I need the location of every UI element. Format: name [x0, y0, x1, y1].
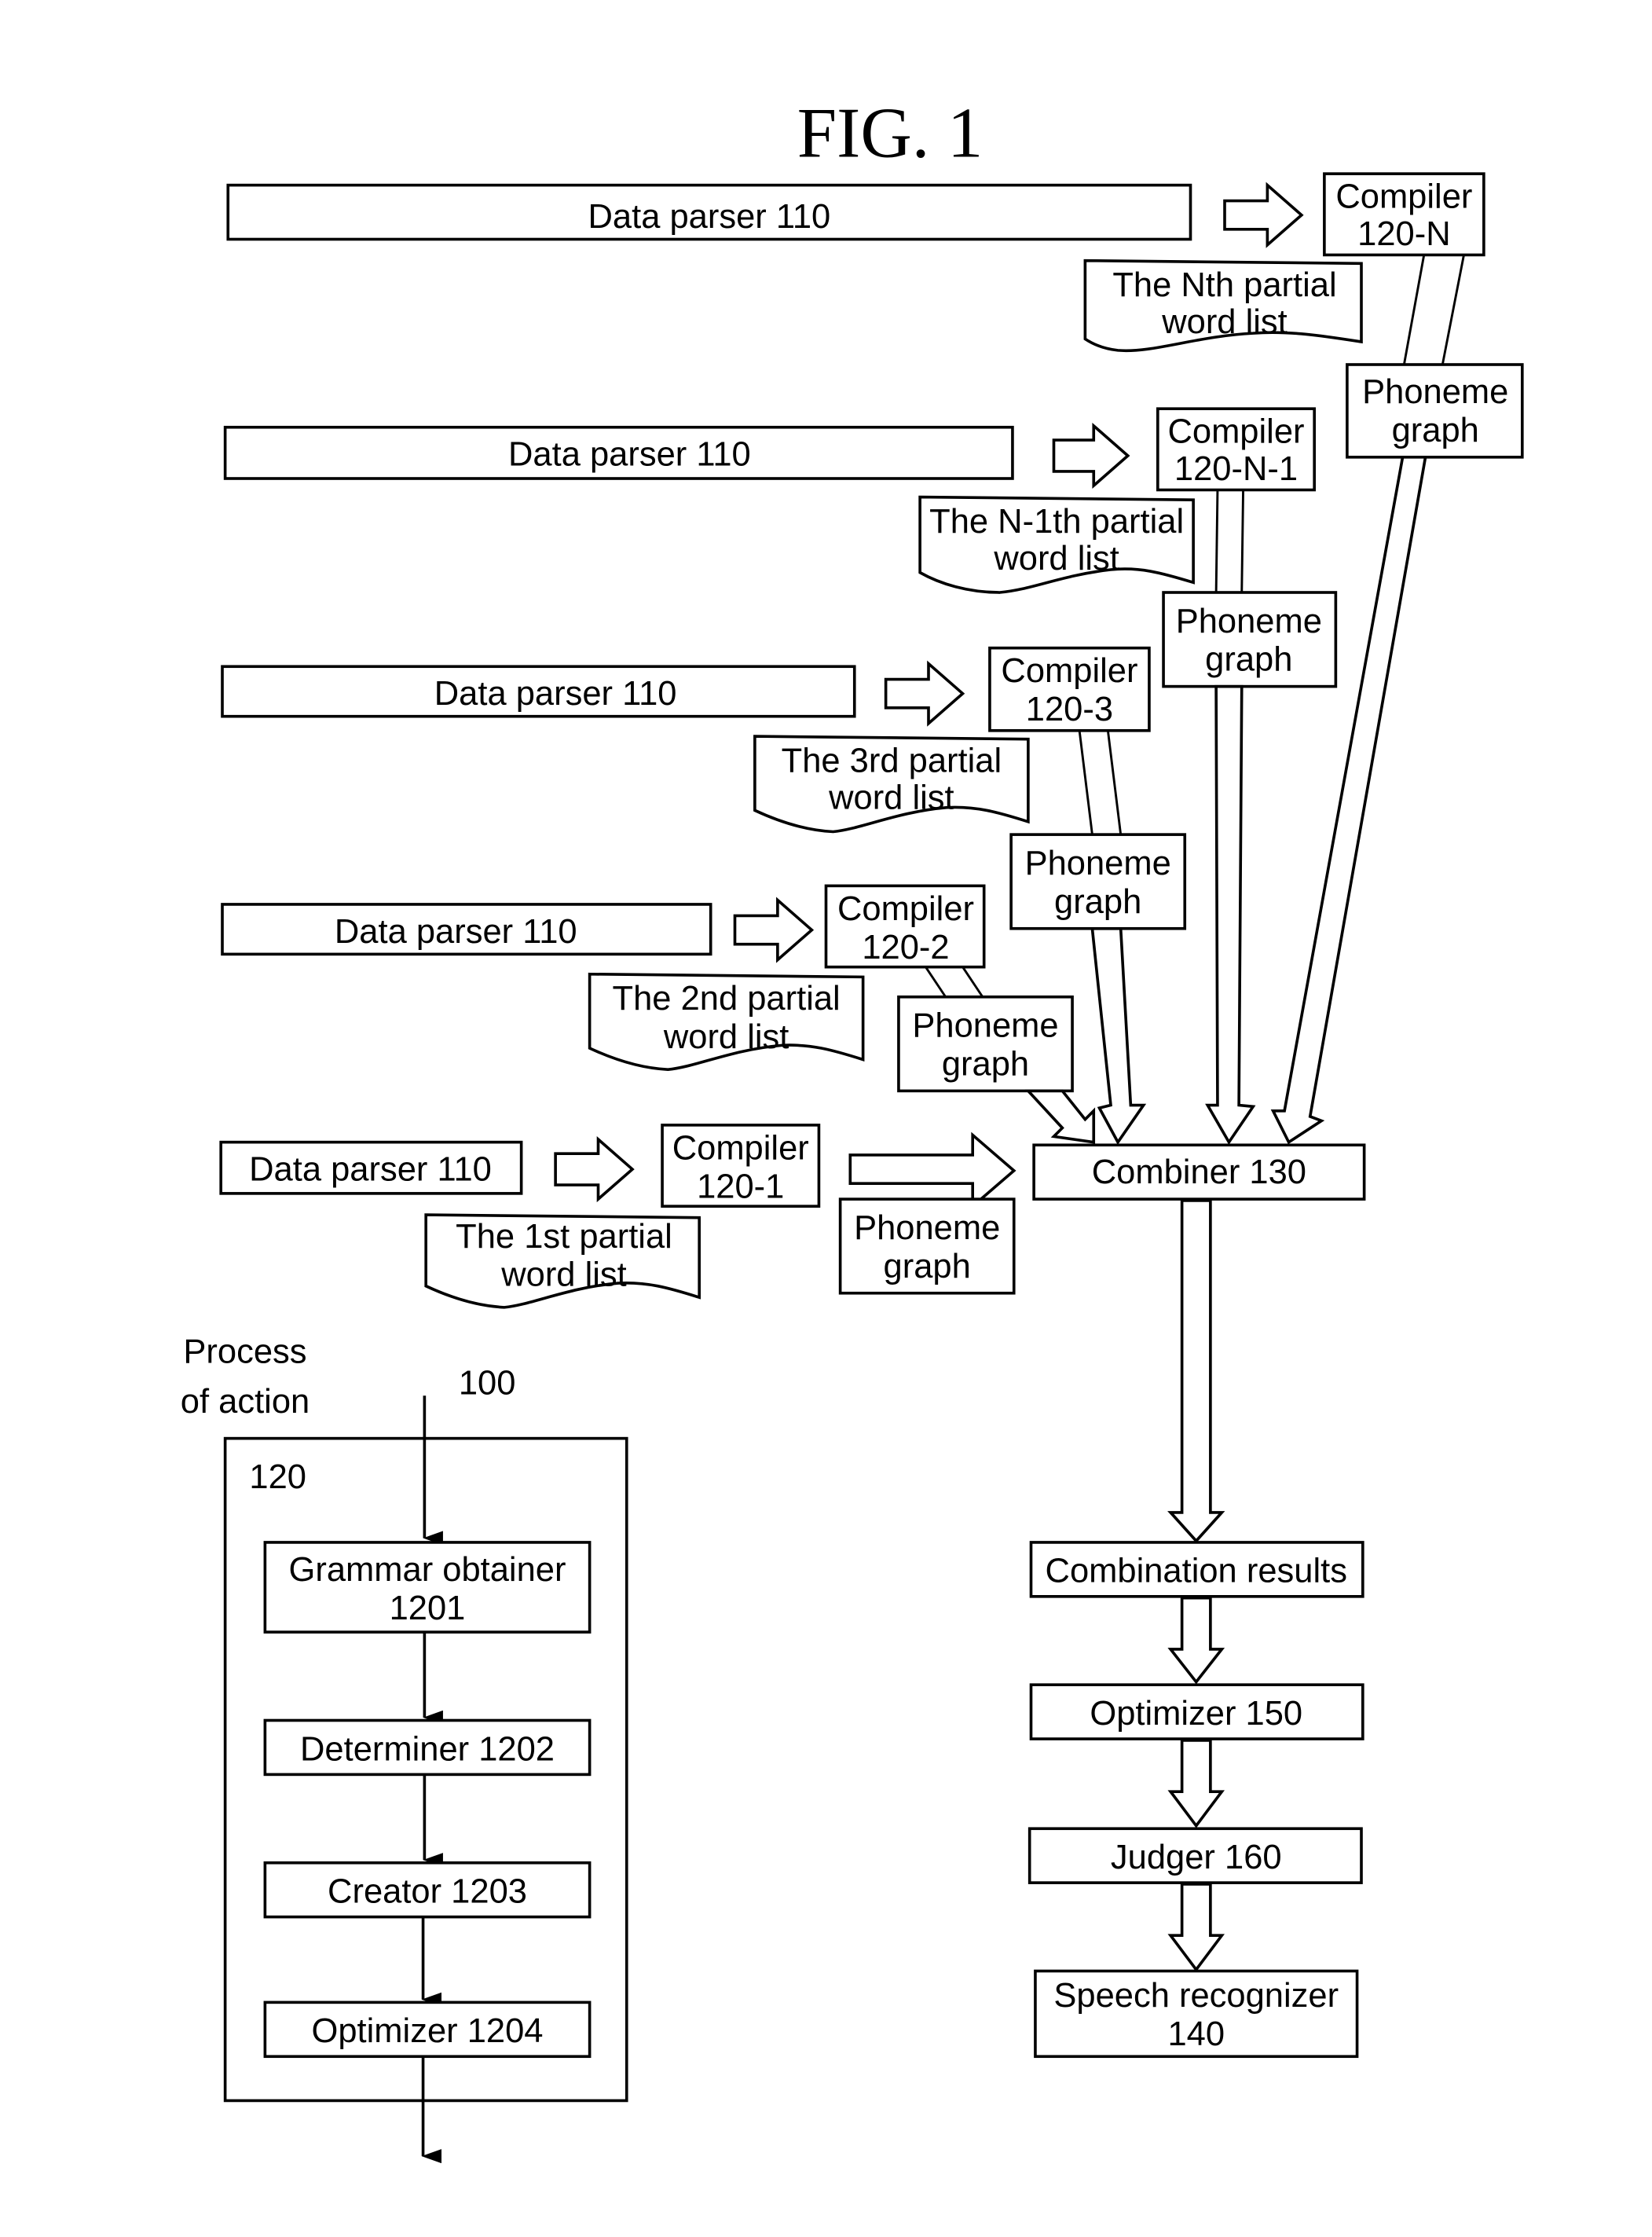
grammar-obtainer-id: 1201: [390, 1590, 466, 1627]
word-list-line2: word list: [828, 779, 954, 817]
word-list-line2: word list: [1161, 303, 1288, 341]
optimizer-150-label: Optimizer 150: [1090, 1695, 1302, 1733]
data-parser-label: Data parser 110: [508, 436, 751, 474]
compiler-id: 120-N: [1357, 215, 1450, 253]
reference-120: 120: [249, 1458, 306, 1496]
compiler-label: Compiler: [1167, 413, 1304, 451]
word-list-line2: word list: [663, 1018, 789, 1056]
process-caption-line1: Process: [183, 1333, 306, 1371]
word-list-line1: The Nth partial: [1112, 266, 1336, 304]
speech-recognizer-label: Speech recognizer: [1053, 1977, 1339, 2015]
arrow-down-icon: [1270, 456, 1427, 1145]
word-list-line1: The N-1th partial: [929, 503, 1184, 541]
data-parser-label: Data parser 110: [588, 198, 831, 236]
reference-100: 100: [459, 1364, 516, 1402]
arrow-right-icon: [848, 1131, 1016, 1210]
arrow-right-icon: [884, 660, 965, 727]
compiler-id: 120-N-1: [1174, 450, 1298, 488]
compiler-label: Compiler: [1001, 652, 1137, 690]
arrow-down-icon: [1167, 1883, 1225, 1972]
row-3: Data parser 110 Compiler 120-3 The 3rd p…: [221, 646, 1187, 930]
word-list-line2: word list: [993, 540, 1119, 578]
pipeline: Combiner 130 Combination results Optimiz…: [1027, 1143, 1366, 2059]
optimizer-1204-label: Optimizer 1204: [312, 2012, 544, 2050]
patent-figure: FIG. 1 Data parser 110 Compiler 120-N Th…: [0, 0, 1652, 2233]
arrow-down-icon: [1167, 1596, 1225, 1685]
determiner-label: Determiner 1202: [300, 1730, 555, 1768]
compiler-id: 120-1: [697, 1168, 784, 1205]
data-parser-label: Data parser 110: [249, 1151, 492, 1189]
arrow-right-icon: [554, 1136, 635, 1203]
compiler-label: Compiler: [672, 1129, 809, 1167]
process-of-action: Process of action 100 120 Grammar obtain…: [181, 1333, 628, 2164]
arrow-down-icon: [1167, 1739, 1225, 1828]
arrow-down-icon: [1167, 1199, 1225, 1543]
arrow-right-icon: [733, 897, 815, 963]
phoneme-label-line1: Phoneme: [1176, 603, 1322, 640]
phoneme-label-line1: Phoneme: [854, 1209, 1000, 1247]
data-parser-label: Data parser 110: [335, 913, 577, 951]
diagram-canvas: FIG. 1 Data parser 110 Compiler 120-N Th…: [181, 93, 1524, 2164]
figure-title: FIG. 1: [797, 93, 984, 172]
compiler-label: Compiler: [1335, 178, 1472, 216]
combination-results-label: Combination results: [1046, 1553, 1347, 1590]
phoneme-label-line2: graph: [884, 1248, 971, 1285]
arrow-right-icon: [1223, 182, 1304, 248]
combiner-label: Combiner 130: [1092, 1153, 1306, 1191]
phoneme-label-line2: graph: [1205, 641, 1292, 679]
arrow-down-icon: [1090, 926, 1147, 1146]
arrow-down-icon: [1205, 684, 1256, 1146]
word-list-line1: The 2nd partial: [613, 980, 841, 1018]
data-parser-label: Data parser 110: [434, 675, 677, 713]
phoneme-label-line2: graph: [942, 1045, 1029, 1083]
phoneme-label-line2: graph: [1392, 412, 1479, 449]
phoneme-label-line1: Phoneme: [1362, 373, 1508, 411]
compiler-id: 120-2: [862, 929, 949, 966]
word-list-line2: word list: [500, 1256, 627, 1294]
row-1: Data parser 110 Compiler 120-1 The 1st p…: [219, 1124, 1016, 1309]
row-2: Data parser 110 Compiler 120-2 The 2nd p…: [221, 884, 1074, 1093]
compiler-label: Compiler: [837, 890, 974, 928]
phoneme-label-line2: graph: [1054, 883, 1141, 921]
phoneme-label-line1: Phoneme: [912, 1007, 1058, 1045]
speech-recognizer-id: 140: [1167, 2015, 1225, 2053]
creator-label: Creator 1203: [328, 1873, 527, 1911]
arrow-right-icon: [1052, 422, 1130, 490]
process-caption-line2: of action: [181, 1383, 310, 1421]
phoneme-label-line1: Phoneme: [1025, 845, 1171, 882]
arrow-down-icon: [1024, 1089, 1096, 1144]
judger-label: Judger 160: [1111, 1839, 1282, 1876]
compiler-id: 120-3: [1026, 691, 1113, 728]
grammar-obtainer-label: Grammar obtainer: [289, 1551, 566, 1589]
word-list-line1: The 3rd partial: [782, 742, 1002, 779]
row-n-minus-1: Data parser 110 Compiler 120-N-1 The N-1…: [223, 407, 1338, 688]
row-n: Data parser 110 Compiler 120-N The Nth p…: [226, 172, 1524, 459]
word-list-line1: The 1st partial: [456, 1218, 672, 1256]
